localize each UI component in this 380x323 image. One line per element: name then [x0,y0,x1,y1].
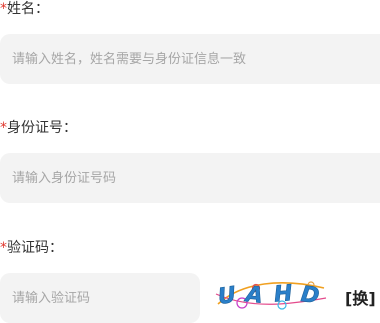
name-label: *姓名： [0,0,49,18]
required-mark: * [0,1,7,17]
id-number-label-text: 身份证号： [7,120,77,136]
verification-code-label-text: 验证码： [7,240,63,256]
required-mark: * [0,120,7,136]
refresh-captcha-button[interactable]: [换] [345,285,376,309]
captcha-image[interactable]: U A H D [212,274,330,314]
verification-code-label: *验证码： [0,239,63,257]
name-label-text: 姓名： [7,1,49,17]
captcha-char: H [273,281,294,308]
id-number-input[interactable] [0,153,380,203]
captcha-char: A [243,282,265,309]
captcha-char: D [299,282,320,309]
name-input[interactable] [0,34,380,84]
captcha-char: U [216,283,237,310]
required-mark: * [0,240,7,256]
id-number-label: *身份证号： [0,119,77,137]
verification-code-input[interactable] [0,273,200,323]
